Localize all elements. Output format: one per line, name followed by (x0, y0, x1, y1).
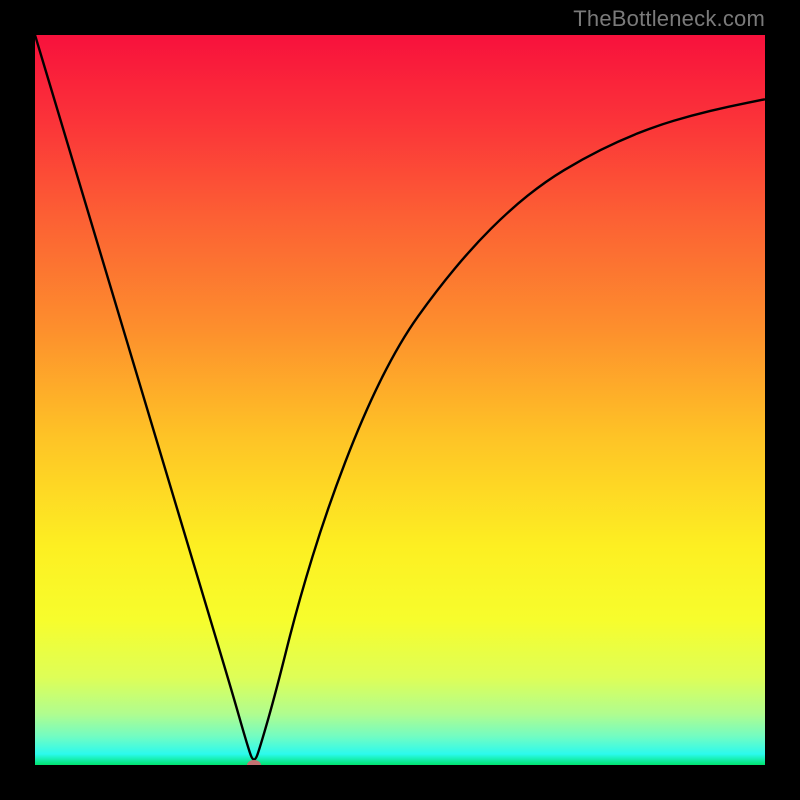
watermark-text: TheBottleneck.com (573, 6, 765, 32)
chart-frame: TheBottleneck.com (0, 0, 800, 800)
bottleneck-curve (35, 35, 765, 765)
minimum-marker-icon (247, 760, 261, 765)
plot-area (35, 35, 765, 765)
